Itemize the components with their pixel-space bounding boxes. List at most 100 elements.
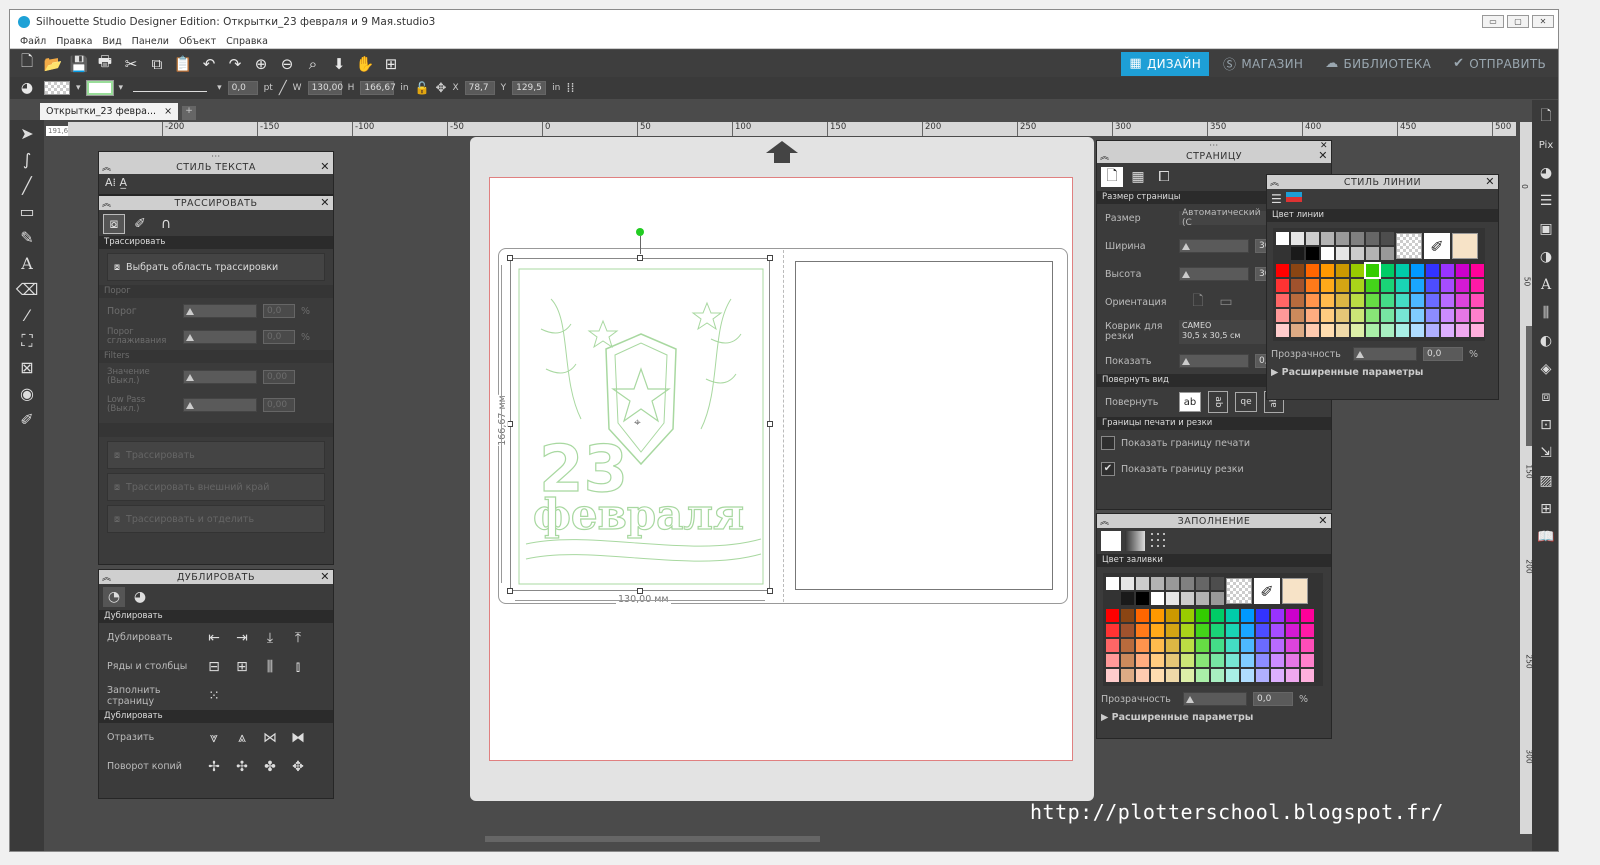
color-swatch[interactable] bbox=[1166, 654, 1179, 667]
color-swatch[interactable] bbox=[1411, 264, 1424, 277]
color-swatch[interactable] bbox=[1241, 609, 1254, 622]
x-input[interactable]: 78,7 bbox=[464, 81, 495, 95]
gray-swatch[interactable] bbox=[1121, 592, 1134, 605]
menu-view[interactable]: Вид bbox=[102, 36, 121, 47]
camera-icon[interactable]: ◉ bbox=[16, 382, 38, 404]
trace-header[interactable]: ︽ ТРАССИРОВАТЬ ✕ bbox=[99, 196, 333, 210]
color-swatch[interactable] bbox=[1136, 669, 1149, 682]
show-print-checkbox[interactable] bbox=[1101, 436, 1115, 450]
close-icon[interactable]: ✕ bbox=[320, 160, 330, 173]
trace-icon[interactable]: ⊡ bbox=[1535, 414, 1557, 436]
mirror-up-icon[interactable]: ⩓ bbox=[231, 728, 253, 748]
color-swatch[interactable] bbox=[1181, 654, 1194, 667]
trace-area-icon[interactable]: ⧇ bbox=[103, 214, 125, 234]
gray-swatch[interactable] bbox=[1366, 232, 1379, 245]
color-swatch[interactable] bbox=[1151, 669, 1164, 682]
text-style-icon[interactable]: A bbox=[1535, 274, 1557, 296]
line-color-mode-icon[interactable] bbox=[1285, 192, 1302, 202]
color-swatch[interactable] bbox=[1276, 309, 1289, 322]
gray-swatch[interactable] bbox=[1366, 247, 1379, 260]
color-swatch[interactable] bbox=[1241, 624, 1254, 637]
undo-icon[interactable]: ↶ bbox=[198, 53, 220, 75]
color-swatch[interactable] bbox=[1271, 654, 1284, 667]
palette-icon[interactable]: ◕ bbox=[16, 77, 38, 99]
color-swatch[interactable] bbox=[1426, 324, 1439, 337]
dup-down-icon[interactable]: ⤓ bbox=[259, 628, 281, 648]
menu-object[interactable]: Объект bbox=[179, 36, 216, 47]
color-swatch[interactable] bbox=[1336, 309, 1349, 322]
gray-swatch[interactable] bbox=[1306, 247, 1319, 260]
fill-opacity-input[interactable]: 0,0 bbox=[1253, 692, 1293, 706]
dropdown-arrow-icon[interactable]: ▾ bbox=[119, 83, 124, 93]
fill-swatch[interactable] bbox=[44, 81, 70, 95]
color-swatch[interactable] bbox=[1196, 654, 1209, 667]
smoothing-input[interactable]: 0,0 bbox=[263, 330, 295, 344]
color-swatch[interactable] bbox=[1441, 324, 1454, 337]
color-swatch[interactable] bbox=[1241, 639, 1254, 652]
color-swatch[interactable] bbox=[1256, 639, 1269, 652]
color-swatch[interactable] bbox=[1396, 294, 1409, 307]
magnet-icon[interactable]: ∩ bbox=[155, 214, 177, 234]
pattern-fill-mode[interactable] bbox=[1149, 531, 1169, 551]
page-size-icon[interactable]: 🗋 bbox=[1101, 167, 1123, 187]
color-swatch[interactable] bbox=[1136, 639, 1149, 652]
color-swatch[interactable] bbox=[1271, 669, 1284, 682]
fill-icon[interactable]: ▣ bbox=[1535, 218, 1557, 240]
color-swatch[interactable] bbox=[1396, 279, 1409, 292]
color-swatch[interactable] bbox=[1226, 669, 1239, 682]
color-swatch[interactable] bbox=[1381, 324, 1394, 337]
color-swatch[interactable] bbox=[1411, 279, 1424, 292]
color-swatch[interactable] bbox=[1301, 669, 1314, 682]
color-swatch[interactable] bbox=[1364, 262, 1381, 279]
select-trace-area-button[interactable]: ⧇ Выбрать область трассировки bbox=[107, 253, 325, 281]
color-swatch[interactable] bbox=[1121, 639, 1134, 652]
gray-swatch[interactable] bbox=[1381, 247, 1394, 260]
color-swatch[interactable] bbox=[1286, 654, 1299, 667]
trace-button[interactable]: ⧇ Трассировать bbox=[107, 441, 325, 469]
color-swatch[interactable] bbox=[1306, 279, 1319, 292]
color-swatch[interactable] bbox=[1166, 639, 1179, 652]
gray-swatch[interactable] bbox=[1276, 232, 1289, 245]
color-swatch[interactable] bbox=[1106, 654, 1119, 667]
gray-swatch[interactable] bbox=[1136, 592, 1149, 605]
color-swatch[interactable] bbox=[1256, 654, 1269, 667]
color-swatch[interactable] bbox=[1291, 264, 1304, 277]
solid-fill-mode[interactable] bbox=[1101, 531, 1121, 551]
fill-page-icon[interactable]: ⁙ bbox=[203, 686, 225, 706]
gray-swatch[interactable] bbox=[1196, 577, 1209, 590]
move-down-icon[interactable]: ⬇ bbox=[328, 53, 350, 75]
color-swatch[interactable] bbox=[1306, 294, 1319, 307]
color-swatch[interactable] bbox=[1471, 264, 1484, 277]
color-swatch[interactable] bbox=[1321, 279, 1334, 292]
show-cut-checkbox[interactable]: ✔ bbox=[1101, 462, 1115, 476]
color-swatch[interactable] bbox=[1351, 309, 1364, 322]
color-swatch[interactable] bbox=[1166, 669, 1179, 682]
y-input[interactable]: 129,5 bbox=[512, 81, 547, 95]
gray-swatch[interactable] bbox=[1306, 232, 1319, 245]
gray-swatch[interactable] bbox=[1166, 577, 1179, 590]
color-swatch[interactable] bbox=[1106, 609, 1119, 622]
color-swatch[interactable] bbox=[1456, 264, 1469, 277]
nav-store[interactable]: Ⓢ МАГАЗИН bbox=[1215, 52, 1311, 76]
color-swatch[interactable] bbox=[1121, 609, 1134, 622]
gray-swatch[interactable] bbox=[1106, 592, 1119, 605]
rows-3-icon[interactable]: ⊞ bbox=[231, 657, 253, 677]
modify-icon[interactable]: ◈ bbox=[1535, 358, 1557, 380]
rotate-8-icon[interactable]: ✤ bbox=[259, 757, 281, 777]
color-swatch[interactable] bbox=[1276, 264, 1289, 277]
gradient-fill-mode[interactable] bbox=[1125, 531, 1145, 551]
lowpass-slider[interactable] bbox=[183, 398, 257, 412]
color-swatch[interactable] bbox=[1441, 279, 1454, 292]
color-swatch[interactable] bbox=[1381, 309, 1394, 322]
line-width-input[interactable]: 0,0 bbox=[227, 81, 258, 95]
gray-swatch[interactable] bbox=[1211, 577, 1224, 590]
vertical-scrollbar[interactable] bbox=[1526, 326, 1532, 446]
color-swatch[interactable] bbox=[1301, 624, 1314, 637]
smoothing-slider[interactable] bbox=[183, 330, 257, 344]
color-swatch[interactable] bbox=[1286, 639, 1299, 652]
rows-2-icon[interactable]: ⊟ bbox=[203, 657, 225, 677]
color-swatch[interactable] bbox=[1106, 639, 1119, 652]
line-opacity-slider[interactable] bbox=[1353, 347, 1417, 361]
color-swatch[interactable] bbox=[1471, 324, 1484, 337]
cols-3-icon[interactable]: ⫾ bbox=[287, 657, 309, 677]
